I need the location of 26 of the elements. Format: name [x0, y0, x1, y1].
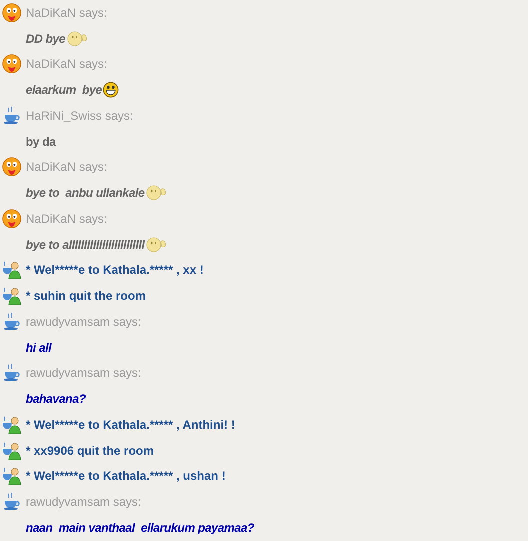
system-message: * Wel*****e to Kathala.***** , xx ! [26, 263, 204, 278]
sender-label: NaDiKaN says: [26, 212, 108, 226]
sender-label: NaDiKaN says: [26, 57, 108, 72]
user-with-cup-icon [2, 286, 22, 306]
user-with-cup-icon [2, 260, 22, 280]
message-text: hi all [26, 340, 52, 355]
sender-label: rawudyvamsam says: [26, 495, 142, 510]
user-with-cup-icon [2, 414, 22, 435]
sender-label: NaDiKaN says: [26, 160, 108, 174]
message-text: DD bye [26, 32, 66, 46]
sender-label: HaRiNi_Swiss says: [26, 108, 134, 123]
sender-label: rawudyvamsam says: [26, 366, 142, 380]
sender-label: NaDiKaN says: [26, 6, 108, 20]
system-message: * Wel*****e to Kathala.***** , Anthini! ! [26, 418, 236, 432]
message-text: bahavana? [26, 392, 86, 406]
sender-label: rawudyvamsam says: [26, 314, 142, 329]
message-text: bye to anbu ullankale [26, 186, 145, 200]
system-message: * Wel*****e to Kathala.***** , ushan ! [26, 469, 226, 484]
user-with-cup-icon [2, 440, 22, 461]
message-text: elaarkum bye [26, 83, 102, 98]
user-with-cup-icon [2, 466, 22, 486]
system-message: * xx9906 quit the room [26, 444, 154, 458]
message-text: bye to alllllllllllllllllllllllll [26, 238, 145, 252]
message-text: naan main vanthaal ellarukum payamaa? [26, 520, 254, 535]
message-text: by da [26, 134, 56, 149]
system-message: * suhin quit the room [26, 289, 146, 304]
